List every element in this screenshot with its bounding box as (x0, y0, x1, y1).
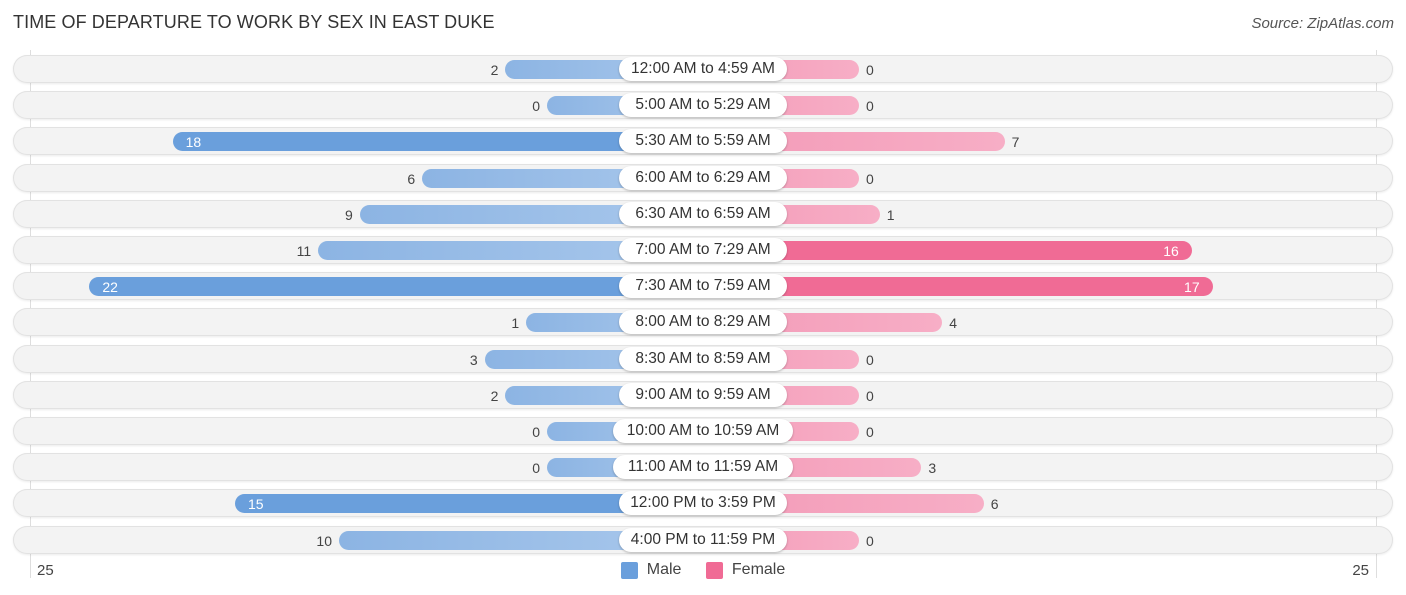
value-label-male: 9 (345, 206, 353, 223)
chart-row: 6:30 AM to 6:59 AM 9 1 (13, 199, 1393, 230)
value-label-female: 0 (866, 424, 874, 440)
category-label: 8:30 AM to 8:59 AM (619, 346, 787, 371)
value-label-male: 2 (490, 62, 499, 78)
value-label-female: 0 (866, 532, 874, 549)
source-label: Source: ZipAtlas.com (1251, 15, 1394, 32)
legend-swatch-male (620, 561, 638, 579)
chart-row: 5:00 AM to 5:29 AM 0 0 (13, 91, 1393, 121)
legend: Male Female (0, 561, 1406, 584)
value-label-female: 4 (949, 315, 957, 332)
chart-row: 4:00 PM to 11:59 PM 10 0 (13, 525, 1393, 556)
category-label: 5:30 AM to 5:59 AM (619, 129, 787, 154)
category-label: 4:00 PM to 11:59 PM (619, 527, 787, 552)
value-label-male: 1 (511, 315, 520, 332)
legend-item-female[interactable]: Female (705, 561, 786, 579)
legend-label-male: Male (646, 561, 682, 578)
value-label-female: 0 (866, 170, 874, 187)
value-label-female: 7 (1011, 134, 1020, 151)
chart-title: TIME OF DEPARTURE TO WORK BY SEX IN EAST… (13, 12, 495, 32)
value-label-female: 0 (866, 62, 874, 78)
chart-row: 7:30 AM to 7:59 AM 22 17 (13, 272, 1393, 302)
legend-label-female: Female (731, 561, 786, 578)
value-label-male: 2 (490, 387, 499, 404)
category-label: 12:00 AM to 4:59 AM (619, 57, 787, 81)
value-label-male: 11 (296, 243, 312, 259)
chart-row: 5:30 AM to 5:59 AM 18 7 (13, 127, 1393, 157)
value-label-female: 17 (1184, 279, 1200, 296)
category-label: 6:30 AM to 6:59 AM (619, 201, 787, 226)
category-label: 10:00 AM to 10:59 AM (613, 419, 793, 443)
value-label-male: 22 (102, 279, 118, 296)
value-label-female: 0 (866, 351, 874, 368)
value-label-male: 18 (185, 134, 202, 151)
value-label-female: 6 (990, 496, 999, 513)
chart-row: 12:00 AM to 4:59 AM 2 0 (13, 55, 1393, 85)
value-label-female: 16 (1163, 243, 1179, 259)
category-label: 8:00 AM to 8:29 AM (619, 310, 787, 335)
value-label-male: 15 (248, 496, 264, 513)
chart-row: 6:00 AM to 6:29 AM 6 0 (13, 163, 1393, 194)
value-label-male: 0 (532, 424, 540, 440)
value-label-male: 6 (407, 170, 416, 187)
category-label: 12:00 PM to 3:59 PM (619, 491, 787, 516)
category-label: 6:00 AM to 6:29 AM (619, 165, 787, 190)
category-label: 7:00 AM to 7:29 AM (619, 238, 787, 262)
value-label-male: 0 (532, 460, 540, 477)
category-label: 5:00 AM to 5:29 AM (619, 93, 787, 118)
chart-row: 11:00 AM to 11:59 AM 0 3 (13, 453, 1393, 483)
value-label-female: 0 (866, 98, 874, 115)
chart-row: 10:00 AM to 10:59 AM 0 0 (13, 417, 1393, 447)
chart-row: 12:00 PM to 3:59 PM 15 6 (13, 489, 1393, 519)
value-label-male: 3 (469, 351, 478, 368)
category-label: 7:30 AM to 7:59 AM (619, 274, 787, 299)
value-label-female: 3 (928, 460, 937, 477)
legend-swatch-female (705, 561, 723, 579)
chart-row: 7:00 AM to 7:29 AM 11 16 (13, 236, 1393, 266)
value-label-male: 10 (316, 532, 332, 549)
value-label-female: 0 (866, 387, 874, 404)
chart-row: 8:00 AM to 8:29 AM 1 4 (13, 308, 1393, 338)
value-label-female: 1 (886, 206, 895, 223)
legend-item-male[interactable]: Male (620, 561, 682, 579)
category-label: 9:00 AM to 9:59 AM (619, 382, 787, 407)
chart-row: 8:30 AM to 8:59 AM 3 0 (13, 344, 1393, 375)
chart-row: 9:00 AM to 9:59 AM 2 0 (13, 380, 1393, 411)
value-label-male: 0 (532, 98, 540, 115)
bar-male[interactable] (89, 277, 703, 297)
category-label: 11:00 AM to 11:59 AM (613, 455, 793, 480)
